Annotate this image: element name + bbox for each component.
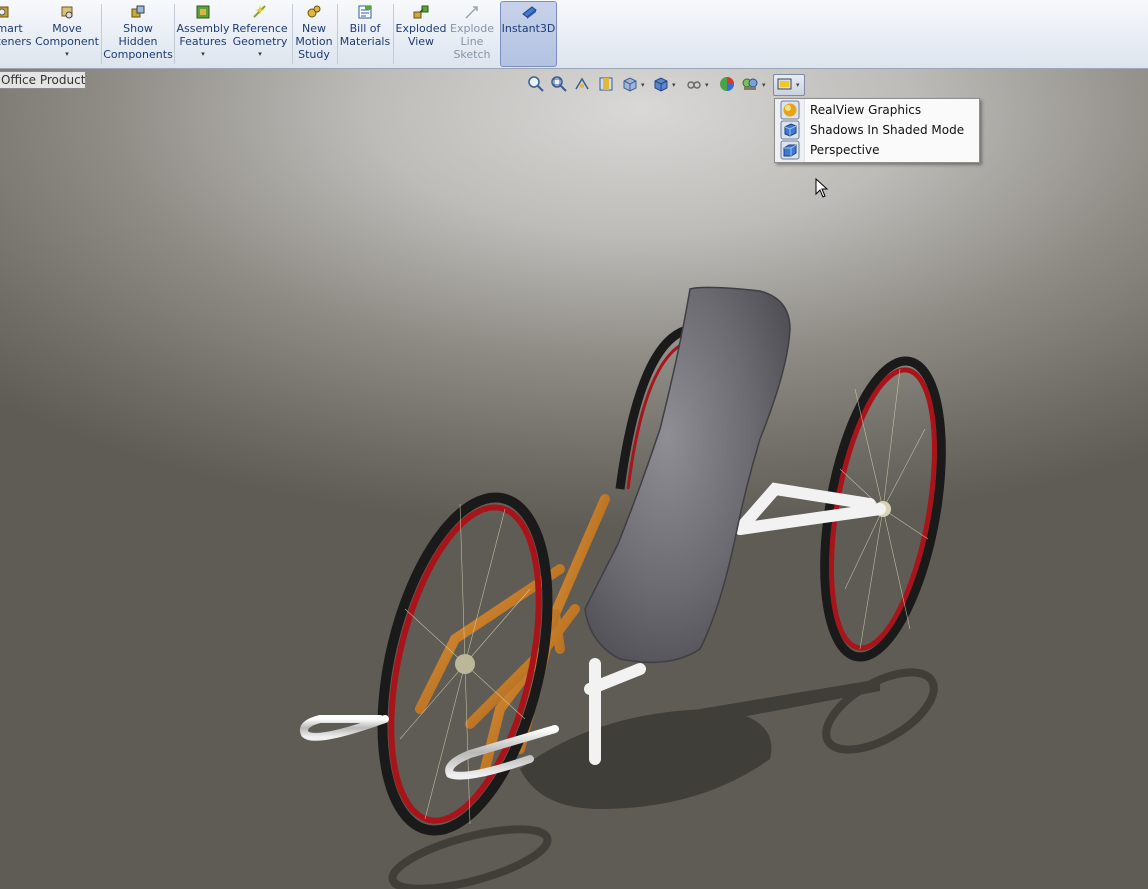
exploded-view-icon: [413, 5, 429, 19]
menu-item-shadows-in-shaded-mode[interactable]: Shadows In Shaded Mode: [775, 120, 979, 140]
bill-of-materials-button[interactable]: Bill of Materials: [340, 2, 390, 66]
instant3d-button[interactable]: Instant3D: [500, 1, 557, 67]
move-component-label: Move Component: [35, 22, 99, 48]
previous-view-icon[interactable]: [573, 75, 591, 95]
view-settings-icon[interactable]: [776, 75, 794, 95]
ribbon-separator: [292, 4, 293, 64]
assembly-features-button[interactable]: Assembly Features ▾: [176, 2, 230, 66]
zoom-to-area-icon[interactable]: [550, 75, 568, 95]
bill-of-materials-label: Bill of Materials: [339, 22, 391, 48]
seat: [584, 286, 791, 664]
display-style-dropdown-arrow[interactable]: ▾: [672, 81, 676, 89]
section-view-icon[interactable]: [597, 75, 615, 95]
ribbon-separator: [393, 4, 394, 64]
shadows-cube-icon: [780, 120, 800, 140]
reference-geometry-dropdown-arrow[interactable]: ▾: [258, 49, 262, 59]
perspective-cube-icon: [780, 140, 800, 160]
reference-geometry-button[interactable]: Reference Geometry ▾: [232, 2, 288, 66]
ribbon-separator: [174, 4, 175, 64]
office-products-tab[interactable]: Office Products: [0, 71, 86, 89]
exploded-view-button[interactable]: Exploded View: [396, 2, 446, 66]
view-settings-menu: RealView Graphics Shadows In Shaded Mode…: [774, 98, 980, 163]
ribbon-separator: [337, 4, 338, 64]
command-manager-ribbon: mart teners Move Component ▾ Show Hidden…: [0, 0, 1148, 69]
realview-sphere-icon: [780, 100, 800, 120]
smart-fasteners-button[interactable]: mart teners: [0, 2, 34, 66]
graphics-area[interactable]: [0, 69, 1148, 889]
menu-item-realview-graphics[interactable]: RealView Graphics: [775, 100, 979, 120]
bike-model-render: [300, 286, 946, 889]
smart-fasteners-icon: [0, 6, 9, 18]
assembly-features-dropdown-arrow[interactable]: ▾: [201, 49, 205, 59]
reference-geometry-icon: [253, 5, 266, 18]
new-motion-study-button[interactable]: New Motion Study: [295, 2, 333, 66]
display-style-icon[interactable]: [652, 75, 670, 95]
move-component-dropdown-arrow[interactable]: ▾: [65, 49, 69, 59]
mouse-cursor-icon: [815, 178, 829, 198]
explode-line-sketch-icon: [465, 6, 478, 19]
hide-show-items-dropdown-arrow[interactable]: ▾: [705, 81, 709, 89]
new-motion-study-icon: [307, 5, 321, 18]
menu-item-label: Shadows In Shaded Mode: [810, 123, 965, 137]
instant3d-label: Instant3D: [501, 22, 556, 35]
move-component-button[interactable]: Move Component ▾: [35, 2, 99, 66]
edit-appearance-icon[interactable]: [718, 75, 736, 95]
office-products-label: Office Products: [1, 73, 86, 87]
explode-line-sketch-button[interactable]: Explode Line Sketch: [448, 2, 496, 66]
apply-scene-icon[interactable]: [741, 75, 759, 95]
view-orientation-dropdown-arrow[interactable]: ▾: [641, 81, 645, 89]
assembly-features-icon: [196, 5, 210, 19]
zoom-to-fit-icon[interactable]: [527, 75, 545, 95]
hide-show-items-icon[interactable]: [685, 75, 703, 95]
show-hidden-components-button[interactable]: Show Hidden Components: [103, 2, 173, 66]
reference-geometry-label: Reference Geometry: [232, 22, 288, 48]
smart-fasteners-label: mart teners: [0, 22, 32, 48]
bill-of-materials-icon: [358, 5, 372, 19]
exploded-view-label: Exploded View: [395, 22, 447, 48]
explode-line-sketch-label: Explode Line Sketch: [450, 22, 494, 61]
menu-item-perspective[interactable]: Perspective: [775, 140, 979, 160]
instant3d-icon: [521, 6, 537, 19]
assembly-features-label: Assembly Features: [176, 22, 230, 48]
show-hidden-components-label: Show Hidden Components: [103, 22, 173, 61]
view-settings-dropdown-arrow[interactable]: ▾: [796, 81, 800, 89]
move-component-icon: [61, 6, 73, 19]
menu-item-label: Perspective: [810, 143, 880, 157]
menu-item-label: RealView Graphics: [810, 103, 922, 117]
new-motion-study-label: New Motion Study: [295, 22, 333, 61]
apply-scene-dropdown-arrow[interactable]: ▾: [762, 81, 766, 89]
show-hidden-components-icon: [131, 5, 145, 18]
view-orientation-icon[interactable]: [621, 75, 639, 95]
ribbon-separator: [101, 4, 102, 64]
